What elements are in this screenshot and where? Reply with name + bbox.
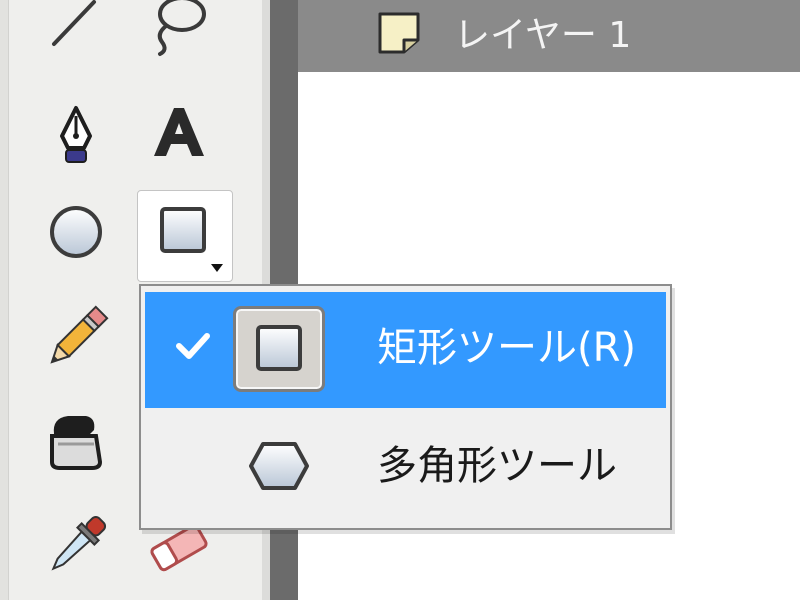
eyedropper-icon xyxy=(51,515,107,571)
checkmark-icon xyxy=(176,333,210,359)
text-tool-button[interactable] xyxy=(140,96,216,172)
pen-tool-button[interactable] xyxy=(38,96,114,172)
line-tool-button[interactable] xyxy=(38,0,114,60)
submenu-arrow-icon xyxy=(211,264,223,272)
circle-icon xyxy=(50,206,102,258)
menu-item-rectangle-tool[interactable]: 矩形ツール(R) xyxy=(145,292,666,408)
layer-page-icon xyxy=(378,12,420,54)
menu-item-label: 多角形ツール xyxy=(377,443,617,489)
layer-row[interactable]: レイヤー 1 xyxy=(298,0,800,72)
shape-tool-menu: 矩形ツール(R) 多角形ツール xyxy=(139,284,672,530)
ink-bottle-icon xyxy=(50,416,103,470)
rectangle-icon xyxy=(256,325,302,371)
ink-bottle-tool-button[interactable] xyxy=(38,400,114,476)
flash-editor-window: レイヤー 1 矩形ツール(R) 多角形ツール xyxy=(0,0,800,600)
menu-item-polygon-tool[interactable]: 多角形ツール xyxy=(145,410,666,526)
lasso-tool-button[interactable] xyxy=(138,0,214,60)
oval-tool-button[interactable] xyxy=(38,194,114,270)
pen-nib-icon xyxy=(60,106,92,163)
text-a-icon xyxy=(154,108,204,156)
pencil-tool-button[interactable] xyxy=(38,300,114,376)
rectangle-tool-button[interactable] xyxy=(137,190,233,282)
rectangle-icon-frame xyxy=(233,306,325,392)
line-icon xyxy=(52,0,96,46)
menu-item-label: 矩形ツール(R) xyxy=(377,325,637,371)
layer-name: レイヤー 1 xyxy=(454,15,632,56)
lasso-icon xyxy=(157,0,206,56)
tools-panel-edge xyxy=(0,0,9,600)
pencil-icon xyxy=(50,305,109,364)
hexagon-icon xyxy=(249,442,309,490)
eyedropper-tool-button[interactable] xyxy=(38,508,114,584)
